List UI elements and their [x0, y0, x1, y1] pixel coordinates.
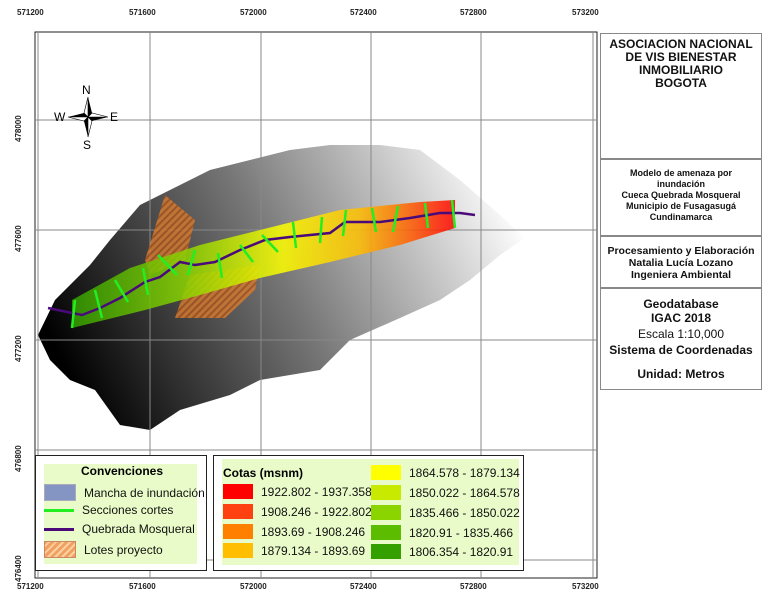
source-line: IGAC 2018 — [650, 311, 712, 325]
x-tick: 572800 — [460, 582, 487, 591]
legend-label: Lotes proyecto — [84, 542, 163, 557]
elevation-class: 1864.578 - 1879.134 — [371, 465, 520, 480]
legend-item-quebrada: Quebrada Mosqueral — [44, 522, 195, 536]
y-tick: 478000 — [14, 115, 23, 142]
legend-item-lotes: Lotes proyecto — [44, 541, 163, 558]
x-tick: 571600 — [129, 582, 156, 591]
legend-label: 1908.246 - 1922.802 — [261, 504, 372, 519]
model-line: Cundinamarca — [649, 212, 713, 222]
legend-label: 1850.022 - 1864.578 — [409, 485, 520, 500]
legend-label: Quebrada Mosqueral — [82, 522, 195, 536]
legend-label: 1820.91 - 1835.466 — [409, 525, 514, 540]
legend-item-mancha: Mancha de inundación — [44, 484, 205, 501]
x-tick: 572000 — [240, 8, 267, 17]
model-line: inundación — [657, 179, 705, 189]
scale-text: Escala 1:10,000 — [637, 327, 725, 341]
elevation-class: 1893.69 - 1908.246 — [223, 524, 365, 539]
source-line: Geodatabase — [643, 297, 719, 311]
west-label: W — [54, 110, 66, 124]
info-panel: Geodatabase IGAC 2018 Escala 1:10,000 Si… — [600, 288, 762, 390]
model-panel: Modelo de amenaza por inundación Cueca Q… — [600, 159, 762, 236]
model-line: Cueca Quebrada Mosqueral — [621, 190, 741, 200]
legend-item-secciones: Secciones cortes — [44, 503, 173, 517]
org-line: BOGOTA — [655, 76, 707, 90]
legend-label: 1922.802 - 1937.358 — [261, 484, 372, 499]
x-tick: 573200 — [572, 582, 599, 591]
conventions-title: Convenciones — [81, 464, 164, 478]
x-tick: 572400 — [350, 8, 377, 17]
crs-text: Sistema de Coordenadas — [609, 343, 753, 357]
east-label: E — [110, 110, 119, 124]
y-tick: 476800 — [14, 445, 23, 472]
x-tick: 571200 — [17, 582, 44, 591]
legend-label: 1879.134 - 1893.69 — [261, 543, 366, 558]
x-tick: 572400 — [350, 582, 377, 591]
x-tick: 573200 — [572, 8, 599, 17]
model-line: Modelo de amenaza por — [629, 168, 733, 178]
north-label: N — [82, 83, 91, 97]
y-tick: 477200 — [14, 335, 23, 362]
conventions-legend: Convenciones Mancha de inundación Seccio… — [35, 455, 207, 571]
x-tick: 572000 — [240, 582, 267, 591]
author-line: Natalia Lucía Lozano — [628, 257, 734, 269]
elevation-class: 1850.022 - 1864.578 — [371, 485, 520, 500]
author-line: Ingeniera Ambiental — [631, 269, 731, 281]
elevation-legend: Cotas (msnm) 1922.802 - 1937.358 1908.24… — [213, 455, 524, 571]
elevation-title: Cotas (msnm) — [223, 466, 304, 480]
elevation-class: 1820.91 - 1835.466 — [371, 525, 513, 540]
legend-label: 1864.578 - 1879.134 — [409, 465, 520, 480]
elevation-class: 1806.354 - 1820.91 — [371, 544, 513, 559]
y-tick: 477600 — [14, 225, 23, 252]
units-text: Unidad: Metros — [637, 367, 725, 381]
elevation-class: 1908.246 - 1922.802 — [223, 504, 372, 519]
legend-label: 1835.466 - 1850.022 — [409, 505, 520, 520]
x-tick: 572800 — [460, 8, 487, 17]
author-panel: Procesamiento y Elaboración Natalia Lucí… — [600, 236, 762, 288]
south-label: S — [83, 138, 92, 152]
legend-label: 1893.69 - 1908.246 — [261, 524, 366, 539]
title-panel: ASOCIACION NACIONAL DE VIS BIENESTAR INM… — [600, 33, 762, 159]
elevation-class: 1835.466 - 1850.022 — [371, 505, 520, 520]
author-line: Procesamiento y Elaboración — [607, 245, 755, 257]
legend-label: Secciones cortes — [82, 503, 174, 517]
x-tick: 571200 — [17, 8, 44, 17]
y-tick: 476400 — [14, 555, 23, 582]
model-line: Municipio de Fusagasugá — [625, 201, 736, 211]
elevation-class: 1879.134 - 1893.69 — [223, 543, 365, 558]
legend-label: Mancha de inundación — [84, 485, 205, 500]
legend-label: 1806.354 - 1820.91 — [409, 544, 514, 559]
x-tick: 571600 — [129, 8, 156, 17]
elevation-class: 1922.802 - 1937.358 — [223, 484, 372, 499]
